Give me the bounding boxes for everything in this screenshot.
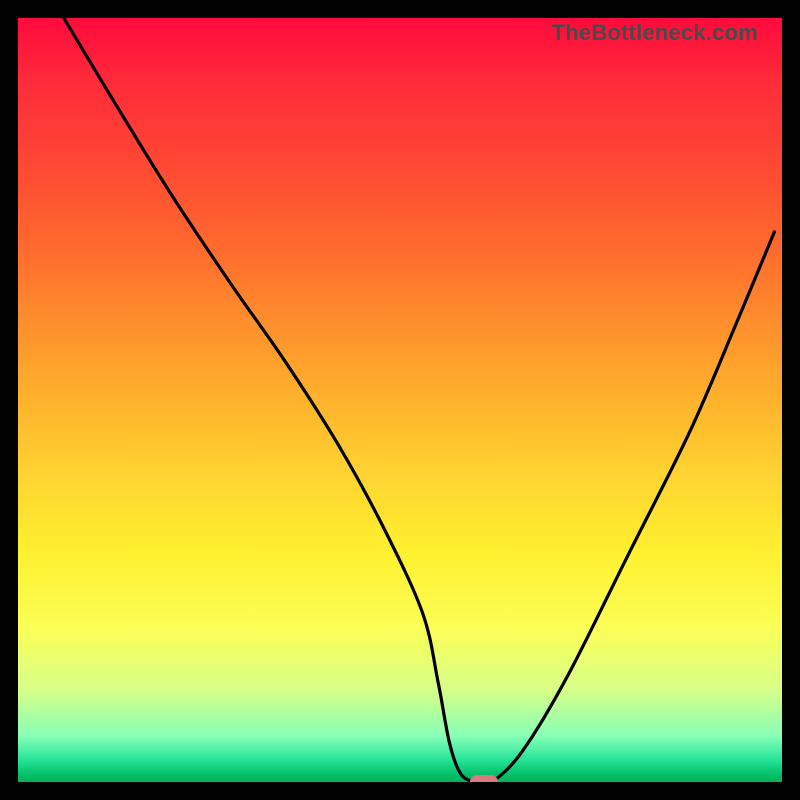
bottleneck-curve	[18, 18, 782, 782]
x-axis	[0, 782, 800, 800]
plot-area: TheBottleneck.com	[18, 18, 782, 782]
y-axis	[0, 0, 18, 800]
watermark: TheBottleneck.com	[552, 20, 758, 46]
chart-container: TheBottleneck.com	[0, 0, 800, 800]
